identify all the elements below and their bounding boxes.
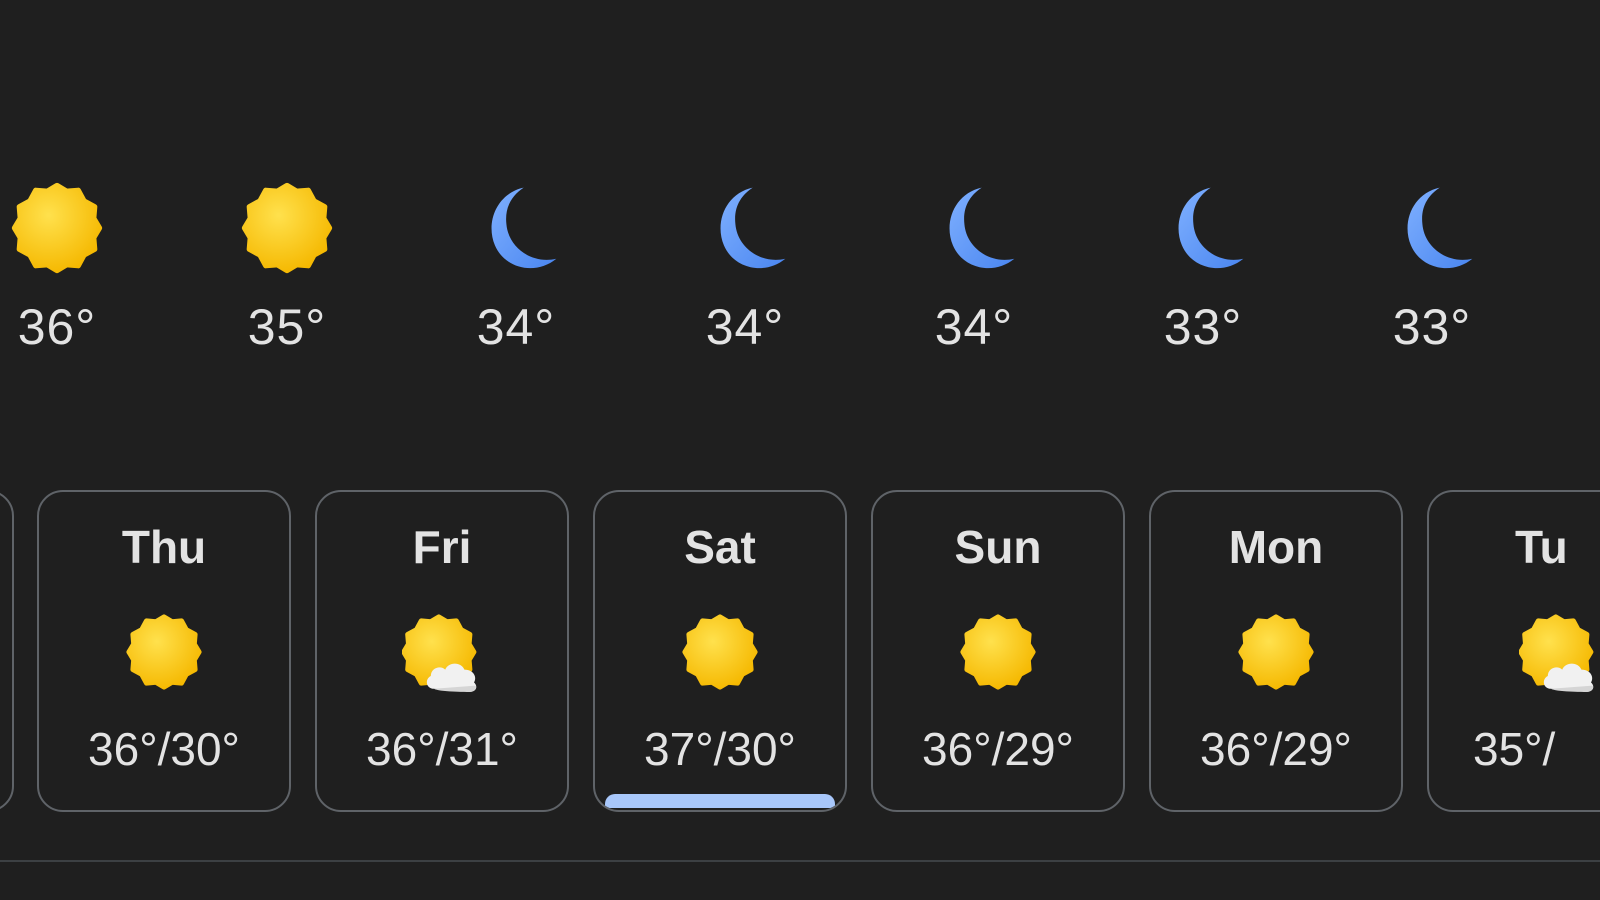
sun-icon: [958, 612, 1038, 692]
day-name: Mon: [1228, 521, 1324, 573]
hourly-item[interactable]: 34°: [685, 170, 805, 370]
day-temp-range: 36°/29°: [922, 723, 1074, 775]
hourly-forecast: 36° 35° 34° 34° 34° 33° 33°: [0, 170, 1600, 370]
daily-forecast: Thu 36°/30° Fri 36°/31° Sat 37°/30° Sun …: [0, 490, 1600, 815]
day-temp-range: 37°/30°: [644, 723, 796, 775]
hourly-temp: 34°: [934, 299, 1014, 355]
weather-forecast-panel: 36° 35° 34° 34° 34° 33° 33° Thu 36°/30° …: [0, 0, 1600, 900]
hourly-item[interactable]: 36°: [0, 170, 117, 370]
day-card-partial[interactable]: [0, 490, 14, 812]
hourly-item[interactable]: 34°: [914, 170, 1034, 370]
day-name: Thu: [121, 521, 207, 573]
day-card[interactable]: Sun 36°/29°: [871, 490, 1125, 812]
selected-indicator: [605, 794, 835, 808]
moon-icon: [1384, 180, 1480, 276]
hourly-item[interactable]: 33°: [1372, 170, 1492, 370]
moon-icon: [697, 180, 793, 276]
hourly-item[interactable]: 35°: [227, 170, 347, 370]
day-temp-range: 36°/31°: [366, 723, 518, 775]
hourly-item[interactable]: 33°: [1143, 170, 1263, 370]
hourly-temp: 34°: [476, 299, 556, 355]
day-temp-range: 36°/29°: [1200, 723, 1352, 775]
hourly-temp: 36°: [17, 299, 97, 355]
hourly-temp: 34°: [705, 299, 785, 355]
day-temp-range: 36°/30°: [88, 723, 240, 775]
day-card[interactable]: Mon 36°/29°: [1149, 490, 1403, 812]
day-name: Tu: [1515, 521, 1568, 573]
day-card-selected[interactable]: Sat 37°/30°: [593, 490, 847, 812]
day-card[interactable]: Fri 36°/31°: [315, 490, 569, 812]
sun-icon: [124, 612, 204, 692]
divider: [0, 860, 1600, 862]
hourly-temp: 33°: [1163, 299, 1243, 355]
hourly-item[interactable]: 34°: [456, 170, 576, 370]
hourly-temp: 33°: [1392, 299, 1472, 355]
sun-icon: [9, 180, 105, 276]
sun-icon: [239, 180, 335, 276]
day-name: Sun: [954, 521, 1042, 573]
hourly-temp: 35°: [247, 299, 327, 355]
sun-cloud-icon: [1519, 612, 1599, 692]
moon-icon: [926, 180, 1022, 276]
day-card[interactable]: Thu 36°/30°: [37, 490, 291, 812]
day-name: Sat: [684, 521, 756, 573]
moon-icon: [468, 180, 564, 276]
day-card[interactable]: Tu 35°/: [1427, 490, 1600, 812]
sun-icon: [680, 612, 760, 692]
day-temp-range: 35°/: [1473, 723, 1556, 775]
day-name: Fri: [412, 521, 472, 573]
sun-cloud-icon: [402, 612, 482, 692]
sun-icon: [1236, 612, 1316, 692]
moon-icon: [1155, 180, 1251, 276]
